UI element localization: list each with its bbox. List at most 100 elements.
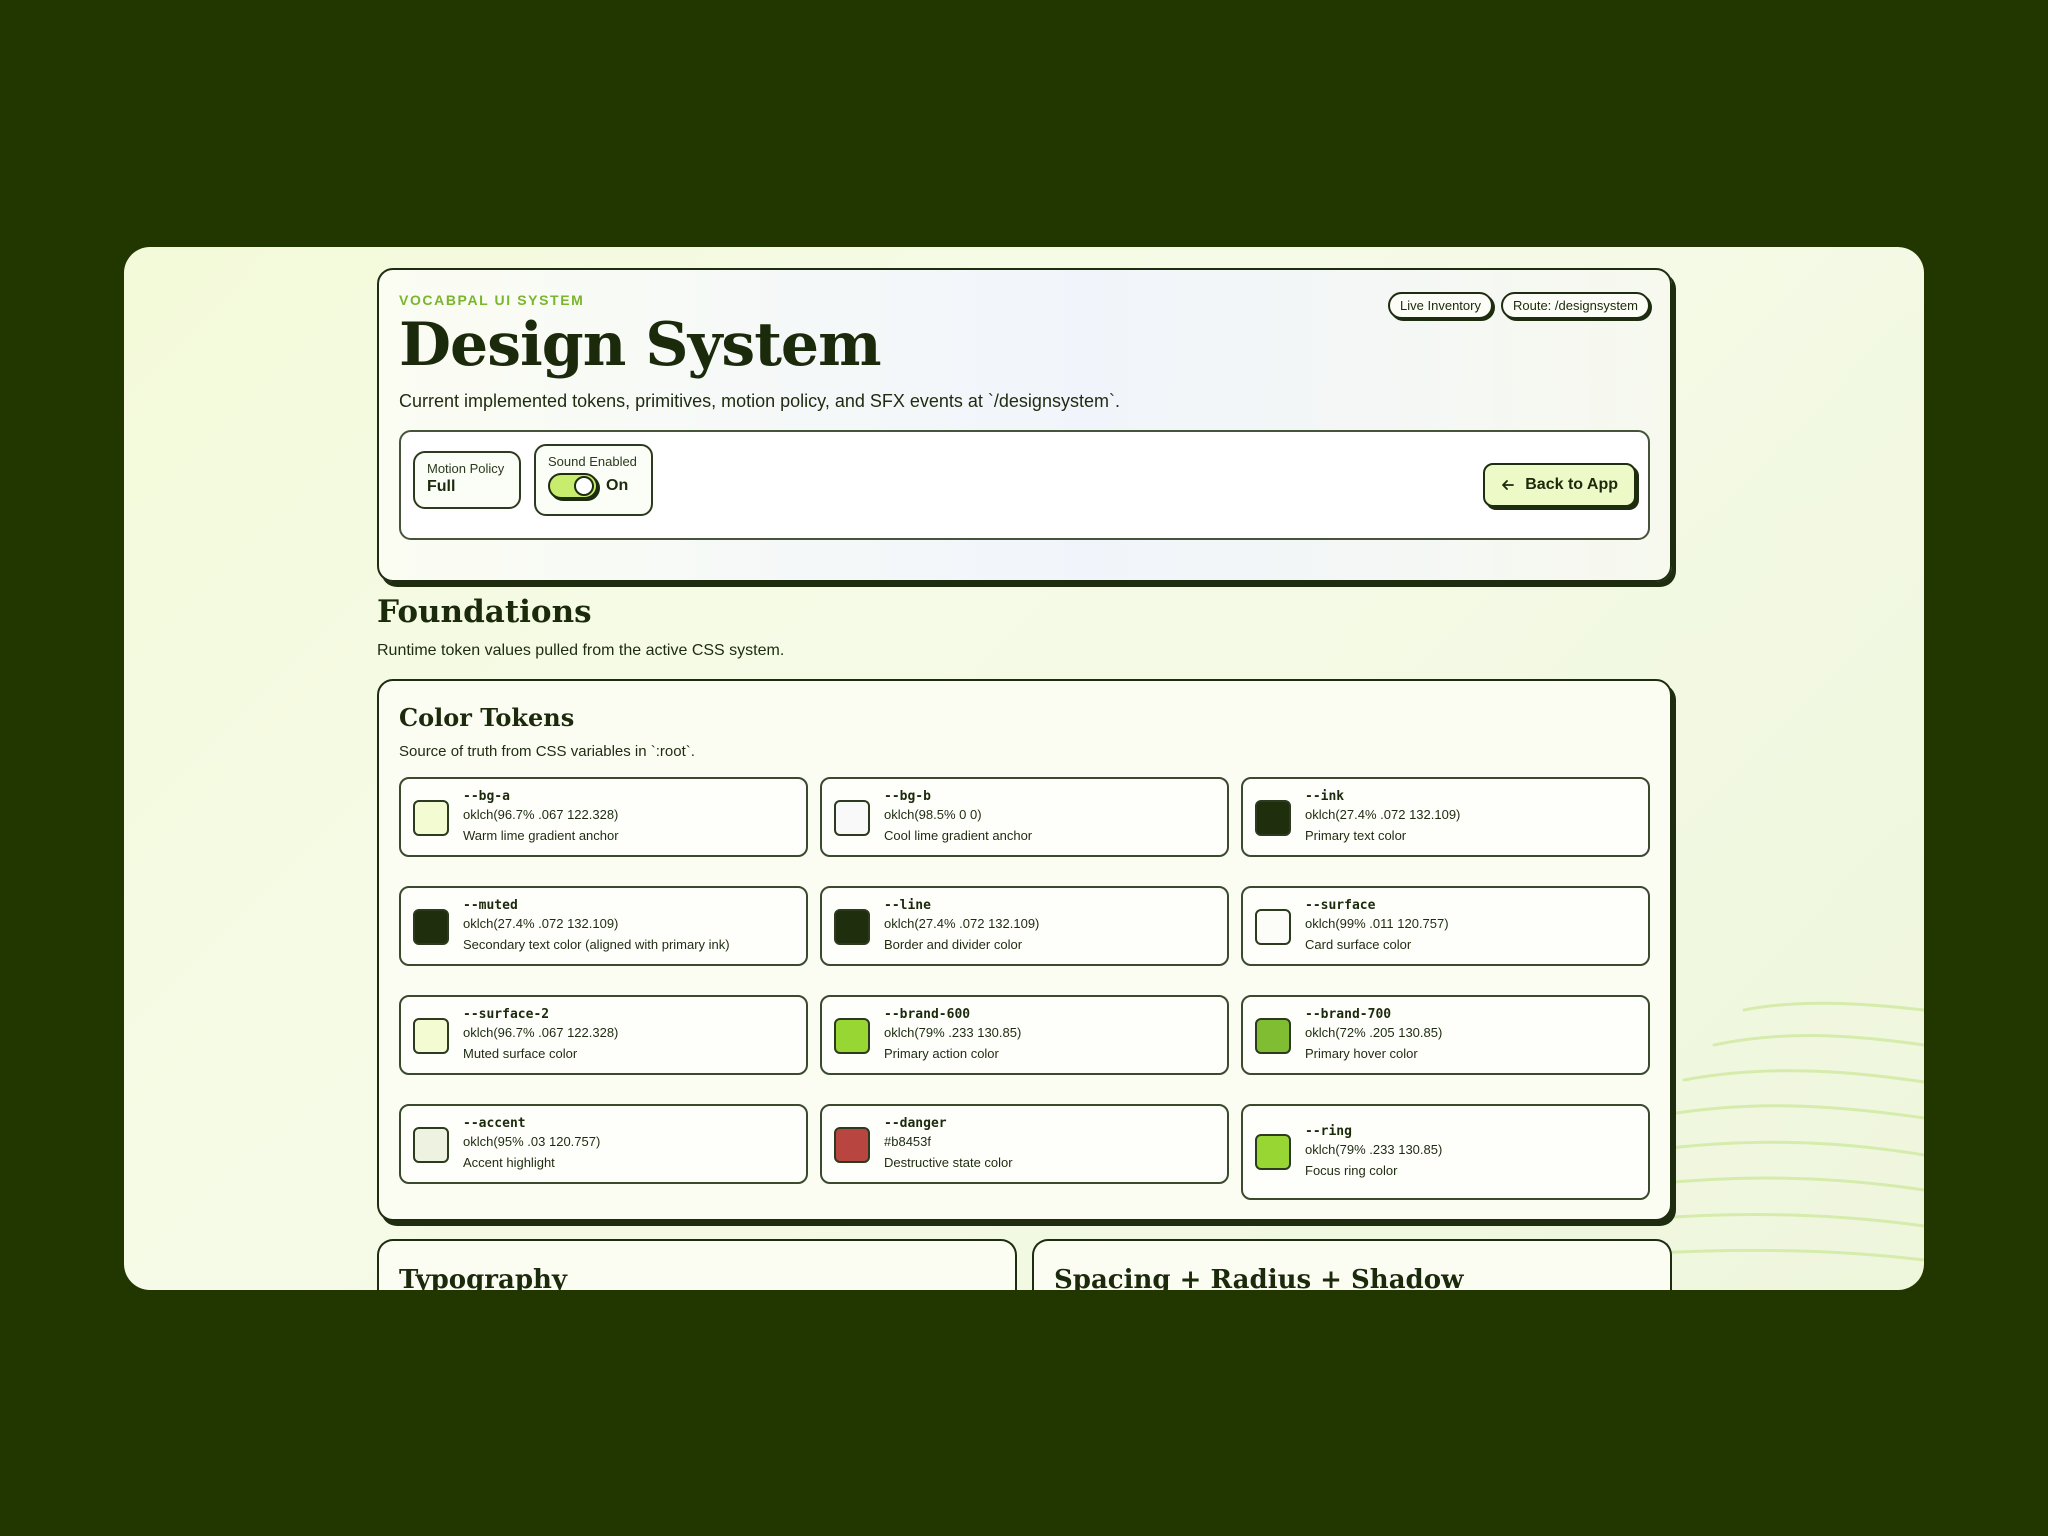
token-description: Cool lime gradient anchor xyxy=(884,828,1033,843)
token-description: Focus ring color xyxy=(1305,1163,1398,1178)
route-badge: Route: /designsystem xyxy=(1500,292,1650,319)
token-info: --surface oklch(99% .011 120.757) Card sur… xyxy=(1305,898,1449,952)
token-info: --muted oklch(27.4% .072 132.109) Secondar… xyxy=(463,898,730,952)
token-name: --surface-2 xyxy=(463,1007,550,1022)
token-value: oklch(72% .205 130.85) xyxy=(1305,1025,1443,1040)
token-description: Secondary text color (aligned with prima… xyxy=(463,937,730,952)
token-name: --muted xyxy=(463,898,518,913)
token-value: oklch(95% .03 120.757) xyxy=(463,1134,601,1149)
sound-state-label: On xyxy=(606,477,629,494)
token-name: --danger xyxy=(884,1116,947,1131)
token-info: --bg-a oklch(96.7% .067 122.328) Warm lime… xyxy=(463,789,619,843)
arrow-left-icon xyxy=(1502,480,1515,490)
color-token-card: --ring oklch(79% .233 130.85) Focus ring c… xyxy=(1241,1104,1650,1200)
token-name: --accent xyxy=(463,1116,526,1131)
color-swatch xyxy=(413,800,449,836)
token-description: Warm lime gradient anchor xyxy=(463,828,619,843)
color-token-card: --line oklch(27.4% .072 132.109) Border an… xyxy=(820,886,1229,966)
color-swatch xyxy=(834,800,870,836)
color-swatch xyxy=(834,1127,870,1163)
spacing-heading: Spacing + Radius + Shadow xyxy=(1054,1265,1464,1290)
foundations-subtitle: Runtime token values pulled from the act… xyxy=(377,642,785,659)
token-description: Card surface color xyxy=(1305,937,1412,952)
color-tokens-card: Color Tokens Source of truth from CSS va… xyxy=(377,679,1672,1221)
typography-heading: Typography xyxy=(399,1265,568,1290)
toggle-knob xyxy=(574,476,594,496)
eyebrow-label: VOCABPAL UI SYSTEM xyxy=(399,292,585,308)
color-swatch xyxy=(413,909,449,945)
spacing-card: Spacing + Radius + Shadow xyxy=(1032,1239,1672,1290)
color-swatch xyxy=(1255,909,1291,945)
color-token-card: --accent oklch(95% .03 120.757) Accent hig… xyxy=(399,1104,808,1184)
back-to-app-button[interactable]: Back to App xyxy=(1483,463,1636,507)
token-name: --brand-700 xyxy=(1305,1007,1392,1022)
color-swatch xyxy=(1255,1134,1291,1170)
motion-policy-label: Motion Policy xyxy=(427,461,505,476)
color-swatch xyxy=(834,909,870,945)
token-name: --ring xyxy=(1305,1124,1352,1139)
controls-panel: Motion Policy Full Sound Enabled On Back… xyxy=(399,430,1650,540)
sound-toggle[interactable] xyxy=(548,473,598,499)
color-token-card: --brand-600 oklch(79% .233 130.85) Primary… xyxy=(820,995,1229,1075)
token-info: --accent oklch(95% .03 120.757) Accent hig… xyxy=(463,1116,600,1170)
token-value: oklch(79% .233 130.85) xyxy=(1305,1142,1443,1157)
color-swatch xyxy=(413,1018,449,1054)
token-name: --bg-a xyxy=(463,789,510,804)
token-name: --line xyxy=(884,898,931,913)
token-value: oklch(27.4% .072 132.109) xyxy=(1305,807,1461,822)
motion-policy-value: Full xyxy=(427,478,456,495)
token-value: oklch(96.7% .067 122.328) xyxy=(463,1025,619,1040)
page-content: VOCABPAL UI SYSTEM Design System Current… xyxy=(377,268,1672,1290)
token-description: Muted surface color xyxy=(463,1046,578,1061)
token-value: oklch(79% .233 130.85) xyxy=(884,1025,1022,1040)
sound-enabled-label: Sound Enabled xyxy=(548,454,637,469)
color-tokens-heading: Color Tokens xyxy=(399,703,575,732)
token-name: --bg-b xyxy=(884,789,931,804)
color-token-card: --surface-2 oklch(96.7% .067 122.328) Mute… xyxy=(399,995,808,1075)
color-tokens-subtitle: Source of truth from CSS variables in `:… xyxy=(399,743,695,760)
token-description: Primary text color xyxy=(1305,828,1407,843)
token-description: Primary hover color xyxy=(1305,1046,1418,1061)
token-info: --brand-700 oklch(72% .205 130.85) Primary… xyxy=(1305,1007,1442,1061)
token-name: --brand-600 xyxy=(884,1007,971,1022)
motion-policy-control[interactable]: Motion Policy Full xyxy=(413,451,521,509)
color-token-card: --surface oklch(99% .011 120.757) Card sur… xyxy=(1241,886,1650,966)
token-value: oklch(99% .011 120.757) xyxy=(1305,916,1449,931)
app-window: VOCABPAL UI SYSTEM Design System Current… xyxy=(124,247,1924,1290)
token-info: --bg-b oklch(98.5% 0 0) Cool lime gradient… xyxy=(884,789,1032,843)
token-info: --surface-2 oklch(96.7% .067 122.328) Mute… xyxy=(463,1007,618,1061)
live-inventory-badge: Live Inventory xyxy=(1388,292,1493,319)
token-info: --brand-600 oklch(79% .233 130.85) Primary… xyxy=(884,1007,1021,1061)
token-info: --ink oklch(27.4% .072 132.109) Primary te… xyxy=(1305,789,1460,843)
color-token-card: --bg-a oklch(96.7% .067 122.328) Warm lime… xyxy=(399,777,808,857)
sound-enabled-control: Sound Enabled On xyxy=(534,444,653,516)
color-token-card: --ink oklch(27.4% .072 132.109) Primary te… xyxy=(1241,777,1650,857)
foundations-heading: Foundations xyxy=(377,594,592,630)
color-token-card: --muted oklch(27.4% .072 132.109) Secondar… xyxy=(399,886,808,966)
page-title: Design System xyxy=(399,310,882,380)
token-name: --ink xyxy=(1305,789,1345,804)
color-token-card: --brand-700 oklch(72% .205 130.85) Primary… xyxy=(1241,995,1650,1075)
token-info: --line oklch(27.4% .072 132.109) Border an… xyxy=(884,898,1039,952)
token-info: --ring oklch(79% .233 130.85) Focus ring c… xyxy=(1305,1124,1442,1178)
color-swatch xyxy=(834,1018,870,1054)
color-token-card: --bg-b oklch(98.5% 0 0) Cool lime gradient… xyxy=(820,777,1229,857)
token-description: Primary action color xyxy=(884,1046,999,1061)
color-swatch xyxy=(1255,1018,1291,1054)
token-info: --danger #b8453f Destructive state color xyxy=(884,1116,1013,1170)
token-value: oklch(27.4% .072 132.109) xyxy=(884,916,1040,931)
token-value: #b8453f xyxy=(884,1134,931,1149)
color-token-grid: --bg-a oklch(96.7% .067 122.328) Warm lime… xyxy=(399,777,1650,1200)
token-description: Destructive state color xyxy=(884,1155,1013,1170)
token-name: --surface xyxy=(1305,898,1376,913)
token-value: oklch(27.4% .072 132.109) xyxy=(463,916,619,931)
token-description: Border and divider color xyxy=(884,937,1023,952)
token-value: oklch(98.5% 0 0) xyxy=(884,807,982,822)
badge-group: Live Inventory Route: /designsystem xyxy=(1388,292,1650,319)
color-swatch xyxy=(413,1127,449,1163)
page-subtitle: Current implemented tokens, primitives, … xyxy=(399,391,1120,411)
token-description: Accent highlight xyxy=(463,1155,555,1170)
back-to-app-label: Back to App xyxy=(1525,476,1618,493)
hero-card: VOCABPAL UI SYSTEM Design System Current… xyxy=(377,268,1672,582)
color-swatch xyxy=(1255,800,1291,836)
